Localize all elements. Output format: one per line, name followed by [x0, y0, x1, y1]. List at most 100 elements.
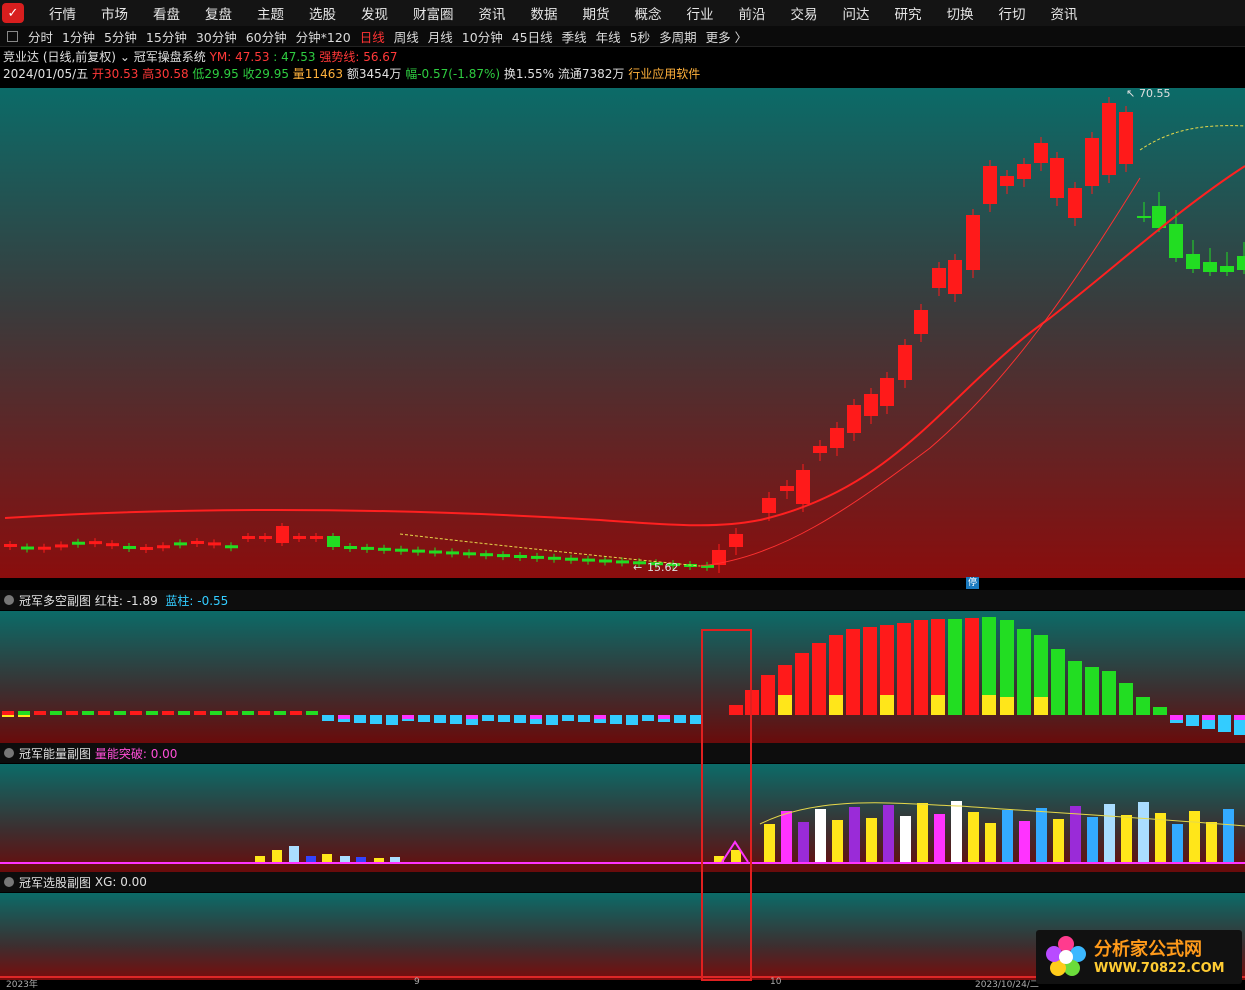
stock-info-line: 竞业达 (日线,前复权) ⌄ 冠军操盘系统 YM: 47.53 : 47.53 … — [3, 48, 398, 65]
system-dropdown-icon[interactable]: ⌄ — [120, 50, 130, 64]
panel1-bar — [1102, 671, 1116, 715]
candle — [1000, 176, 1014, 186]
watermark: 分析家公式网 WWW.70822.COM — [1036, 930, 1242, 984]
panel1-bar — [306, 711, 318, 715]
menu-item-kanpan[interactable]: 看盘 — [153, 3, 180, 23]
menu-item-qiehuan[interactable]: 切换 — [947, 3, 974, 23]
candle — [780, 486, 794, 491]
panel2-bar — [883, 805, 894, 862]
candle — [378, 547, 391, 551]
candle — [796, 470, 810, 504]
panel3-title: 冠军选股副图 — [19, 875, 92, 890]
candle — [1186, 254, 1200, 269]
menu-item-qianyan[interactable]: 前沿 — [739, 3, 766, 23]
candle — [72, 541, 85, 545]
period-15min[interactable]: 15分钟 — [146, 27, 187, 46]
menu-item-hangqing[interactable]: 行情 — [49, 3, 76, 23]
panel1-bar — [498, 715, 510, 722]
candle — [225, 545, 238, 549]
change-value: 幅-0.57(-1.87%) — [405, 67, 501, 81]
menu-item-jiaoyi[interactable]: 交易 — [791, 3, 818, 23]
menu-item-zhuti[interactable]: 主题 — [257, 3, 284, 23]
panel2-bar — [255, 856, 265, 862]
period-10min[interactable]: 10分钟 — [462, 27, 503, 46]
panel2-bar — [917, 803, 928, 862]
period-fenshi[interactable]: 分时 — [28, 27, 53, 46]
period-yearly[interactable]: 年线 — [596, 27, 621, 46]
float-value: 流通7382万 — [557, 67, 625, 81]
menu-item-hangqie[interactable]: 行切 — [999, 3, 1026, 23]
panel1-bar — [338, 715, 350, 719]
candle — [174, 542, 187, 546]
trend-line-value: 强势线: 56.67 — [319, 50, 398, 64]
panel2-bar — [306, 856, 316, 862]
candle — [514, 555, 527, 558]
panel1-bar — [626, 715, 638, 725]
candle — [157, 545, 170, 549]
stock-name: 竞业达 (日线,前复权) — [3, 50, 116, 64]
panel1-bar — [466, 715, 478, 719]
period-45day[interactable]: 45日线 — [512, 27, 553, 46]
period-5min[interactable]: 5分钟 — [104, 27, 137, 46]
panel1-bar — [880, 695, 894, 715]
panel2-bar — [815, 809, 826, 862]
period-quarterly[interactable]: 季线 — [562, 27, 587, 46]
menu-item-zixun2[interactable]: 资讯 — [1051, 3, 1078, 23]
period-5sec[interactable]: 5秒 — [630, 27, 650, 46]
menu-item-fupan[interactable]: 复盘 — [205, 3, 232, 23]
menu-item-shuju[interactable]: 数据 — [531, 3, 558, 23]
candle — [1137, 216, 1151, 218]
panel2-bar — [951, 801, 962, 862]
candle — [140, 546, 153, 550]
menu-item-gainian[interactable]: 概念 — [635, 3, 662, 23]
menu-item-hangye[interactable]: 行业 — [687, 3, 714, 23]
period-monthly[interactable]: 月线 — [428, 27, 453, 46]
panel1-bar — [34, 711, 46, 715]
candle — [89, 541, 102, 545]
ohlc-info-line: 2024/01/05/五 开30.53 高30.58 低29.95 收29.95… — [3, 65, 700, 82]
menu-item-qihuo[interactable]: 期货 — [583, 3, 610, 23]
app-logo-icon[interactable]: ✓ — [2, 3, 24, 23]
panel1-bar — [434, 715, 446, 723]
menu-item-shichang[interactable]: 市场 — [101, 3, 128, 23]
period-60min[interactable]: 60分钟 — [246, 27, 287, 46]
panel1-collapse-icon[interactable] — [4, 595, 14, 605]
panel3-collapse-icon[interactable] — [4, 877, 14, 887]
panel2-bar — [934, 814, 945, 862]
panel1-bar — [914, 620, 928, 715]
panel1-chart[interactable] — [0, 611, 1245, 743]
panel1-bar — [948, 619, 962, 715]
panel1-bar — [1034, 697, 1048, 715]
period-weekly[interactable]: 周线 — [394, 27, 419, 46]
menu-item-yanjiu[interactable]: 研究 — [895, 3, 922, 23]
period-120min[interactable]: 分钟*120 — [296, 27, 351, 46]
panel1-bar — [386, 715, 398, 725]
panel1-bar — [1153, 707, 1167, 715]
menu-item-wenda[interactable]: 问达 — [843, 3, 870, 23]
candle — [1017, 164, 1031, 179]
main-kline-chart[interactable]: ↖ 70.55 ← 15.62 — [0, 88, 1245, 578]
panel1-bar — [130, 711, 142, 715]
panel1-bar — [482, 715, 494, 721]
menu-item-caifuquan[interactable]: 财富圈 — [413, 3, 454, 23]
menu-item-zixun[interactable]: 资讯 — [479, 3, 506, 23]
period-30min[interactable]: 30分钟 — [196, 27, 237, 46]
panel1-bar — [162, 711, 174, 715]
panel1-bar — [114, 711, 126, 715]
panel2-bar — [781, 811, 792, 862]
candle — [914, 310, 928, 334]
menu-item-faxian[interactable]: 发现 — [361, 3, 388, 23]
period-more[interactable]: 更多 〉 — [706, 27, 747, 46]
close-value: 收29.95 — [242, 67, 289, 81]
period-1min[interactable]: 1分钟 — [62, 27, 95, 46]
panel2-chart[interactable] — [0, 764, 1245, 872]
panel2-collapse-icon[interactable] — [4, 748, 14, 758]
candle — [813, 446, 827, 453]
panel3-title-bar: 冠军选股副图 XG: 0.00 — [0, 872, 1245, 892]
period-multi[interactable]: 多周期 — [659, 27, 697, 46]
panel-toggle-icon[interactable] — [7, 30, 18, 42]
menu-item-xuangu[interactable]: 选股 — [309, 3, 336, 23]
panel1-bar — [897, 623, 911, 715]
panel2-bar — [356, 857, 366, 862]
period-daily[interactable]: 日线 — [360, 27, 385, 46]
